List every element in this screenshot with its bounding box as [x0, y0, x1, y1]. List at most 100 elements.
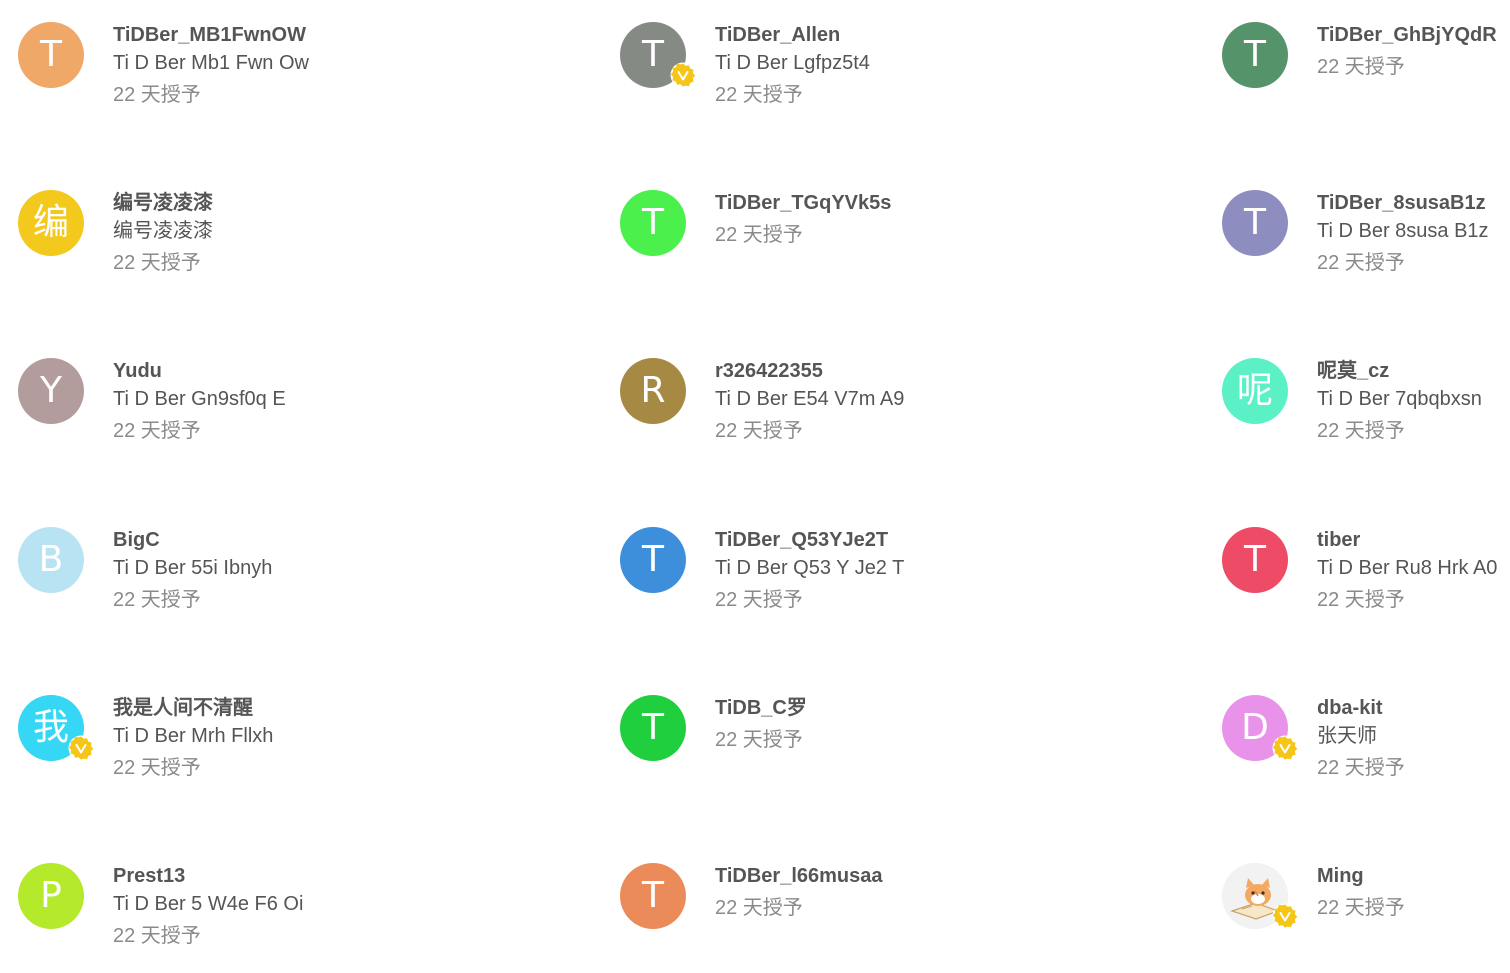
avatar[interactable]: B — [18, 527, 84, 593]
granted-time: 22 天授予 — [1317, 252, 1405, 274]
granted-time: 22 天授予 — [715, 589, 803, 611]
display-name: Ti D Ber 7qbqbxsn — [1317, 388, 1482, 410]
user-card[interactable]: Rr326422355 Ti D Ber E54 V7m A9 22 天授予 — [620, 358, 1040, 468]
username[interactable]: TiDBer_MB1FwnOW — [113, 24, 309, 46]
user-card[interactable]: 我我是人间不清醒 Ti D Ber Mrh Fllxh 22 天授予 — [18, 695, 438, 805]
granted-time: 22 天授予 — [715, 420, 803, 442]
granted-time: 22 天授予 — [1317, 56, 1405, 78]
avatar[interactable]: T — [620, 190, 686, 256]
username[interactable]: 我是人间不清醒 — [113, 697, 273, 719]
username[interactable]: tiber — [1317, 529, 1497, 551]
user-info: TiDBer_MB1FwnOW Ti D Ber Mb1 Fwn Ow 22 天授予 — [113, 22, 309, 106]
user-info: 我是人间不清醒 Ti D Ber Mrh Fllxh 22 天授予 — [113, 695, 273, 779]
avatar[interactable]: T — [620, 695, 686, 761]
user-info: TiDBer_Allen Ti D Ber Lgfpz5t4 22 天授予 — [715, 22, 870, 106]
avatar[interactable]: 编 — [18, 190, 84, 256]
user-card[interactable]: T TiDBer_TGqYVk5s 22 天授予 — [620, 190, 1040, 300]
display-name: Ti D Ber 55i Ibnyh — [113, 557, 273, 579]
avatar[interactable]: 呢 — [1222, 358, 1288, 424]
avatar[interactable]: T — [1222, 22, 1288, 88]
username[interactable]: 呢莫_cz — [1317, 360, 1482, 382]
user-card[interactable]: 呢 呢莫_cz Ti D Ber 7qbqbxsn 22 天授予 — [1222, 358, 1507, 468]
user-info: Yudu Ti D Ber Gn9sf0q E 22 天授予 — [113, 358, 286, 442]
display-name: Ti D Ber Q53 Y Je2 T — [715, 557, 905, 579]
user-card[interactable]: Ming 22 天授予 — [1222, 863, 1507, 973]
user-card[interactable]: Ttiber Ti D Ber Ru8 Hrk A0 22 天授予 — [1222, 527, 1507, 637]
user-card[interactable]: 编编号凌凌漆 编号凌凌漆 22 天授予 — [18, 190, 438, 300]
avatar[interactable]: R — [620, 358, 686, 424]
granted-time: 22 天授予 — [113, 589, 201, 611]
granted-time: 22 天授予 — [113, 925, 201, 947]
granted-time: 22 天授予 — [715, 729, 803, 751]
user-grid: T TiDBer_MB1FwnOW Ti D Ber Mb1 Fwn Ow 22 天授… — [0, 0, 1510, 947]
display-name: Ti D Ber Mb1 Fwn Ow — [113, 52, 309, 74]
avatar[interactable]: T — [1222, 190, 1288, 256]
avatar[interactable]: T — [18, 22, 84, 88]
user-info: r326422355 Ti D Ber E54 V7m A9 22 天授予 — [715, 358, 904, 442]
avatar[interactable]: T — [1222, 527, 1288, 593]
user-card[interactable]: Ddba-kit 张天师 22 天授予 — [1222, 695, 1507, 805]
username[interactable]: TiDBer_TGqYVk5s — [715, 192, 891, 214]
display-name: Ti D Ber Lgfpz5t4 — [715, 52, 870, 74]
user-info: dba-kit 张天师 22 天授予 — [1317, 695, 1405, 779]
username[interactable]: TiDB_C罗 — [715, 697, 807, 719]
granted-time: 22 天授予 — [113, 420, 201, 442]
username[interactable]: Yudu — [113, 360, 286, 382]
granted-time: 22 天授予 — [113, 757, 201, 779]
avatar[interactable]: T — [620, 863, 686, 929]
user-card[interactable]: T TiDB_C罗 22 天授予 — [620, 695, 1040, 805]
user-card[interactable]: T TiDBer_8susaB1z Ti D Ber 8susa B1z 22 天授予 — [1222, 190, 1507, 300]
username[interactable]: r326422355 — [715, 360, 904, 382]
avatar[interactable]: P — [18, 863, 84, 929]
user-info: Prest13 Ti D Ber 5 W4e F6 Oi 22 天授予 — [113, 863, 303, 947]
user-card[interactable]: T TiDBer_l66musaa 22 天授予 — [620, 863, 1040, 973]
verified-badge-icon — [670, 62, 696, 88]
user-card[interactable]: T TiDBer_Q53YJe2T Ti D Ber Q53 Y Je2 T 22 天… — [620, 527, 1040, 637]
user-card[interactable]: T TiDBer_MB1FwnOW Ti D Ber Mb1 Fwn Ow 22 天授… — [18, 22, 438, 132]
username[interactable]: BigC — [113, 529, 272, 551]
username[interactable]: TiDBer_8susaB1z — [1317, 192, 1489, 214]
user-card[interactable]: T TiDBer_GhBjYQdR 22 天授予 — [1222, 22, 1507, 132]
username[interactable]: Ming — [1317, 865, 1405, 887]
granted-time: 22 天授予 — [715, 84, 803, 106]
user-info: Ming 22 天授予 — [1317, 863, 1405, 919]
display-name: 张天师 — [1317, 725, 1377, 747]
username[interactable]: TiDBer_GhBjYQdR — [1317, 24, 1497, 46]
granted-time: 22 天授予 — [1317, 757, 1405, 779]
verified-badge-icon — [1272, 735, 1298, 761]
display-name: Ti D Ber Gn9sf0q E — [113, 388, 286, 410]
display-name: Ti D Ber E54 V7m A9 — [715, 388, 905, 410]
avatar[interactable]: T — [620, 527, 686, 593]
user-card[interactable]: T TiDBer_Allen Ti D Ber Lgfpz5t4 22 天授予 — [620, 22, 1040, 132]
user-info: BigC Ti D Ber 55i Ibnyh 22 天授予 — [113, 527, 272, 611]
granted-time: 22 天授予 — [113, 84, 201, 106]
user-info: TiDBer_TGqYVk5s 22 天授予 — [715, 190, 891, 246]
username[interactable]: dba-kit — [1317, 697, 1405, 719]
display-name: Ti D Ber 8susa B1z — [1317, 220, 1489, 242]
username[interactable]: TiDBer_Allen — [715, 24, 870, 46]
user-card[interactable]: P Prest13 Ti D Ber 5 W4e F6 Oi 22 天授予 — [18, 863, 438, 973]
display-name: Ti D Ber 5 W4e F6 Oi — [113, 893, 304, 915]
user-info: 编号凌凌漆 编号凌凌漆 22 天授予 — [113, 190, 213, 274]
granted-time: 22 天授予 — [1317, 589, 1405, 611]
granted-time: 22 天授予 — [715, 897, 803, 919]
user-info: TiDB_C罗 22 天授予 — [715, 695, 807, 751]
display-name: Ti D Ber Mrh Fllxh — [113, 725, 274, 747]
user-info: TiDBer_GhBjYQdR 22 天授予 — [1317, 22, 1497, 78]
display-name: Ti D Ber Ru8 Hrk A0 — [1317, 557, 1498, 579]
user-info: TiDBer_Q53YJe2T Ti D Ber Q53 Y Je2 T 22 天授… — [715, 527, 904, 611]
verified-badge-icon — [1272, 903, 1298, 929]
avatar[interactable]: Y — [18, 358, 84, 424]
granted-time: 22 天授予 — [1317, 420, 1405, 442]
user-info: 呢莫_cz Ti D Ber 7qbqbxsn 22 天授予 — [1317, 358, 1482, 442]
granted-time: 22 天授予 — [1317, 897, 1405, 919]
user-info: TiDBer_8susaB1z Ti D Ber 8susa B1z 22 天授予 — [1317, 190, 1489, 274]
user-card[interactable]: Y Yudu Ti D Ber Gn9sf0q E 22 天授予 — [18, 358, 438, 468]
user-info: TiDBer_l66musaa 22 天授予 — [715, 863, 883, 919]
username[interactable]: Prest13 — [113, 865, 303, 887]
user-card[interactable]: B BigC Ti D Ber 55i Ibnyh 22 天授予 — [18, 527, 438, 637]
username[interactable]: TiDBer_l66musaa — [715, 865, 883, 887]
granted-time: 22 天授予 — [113, 252, 201, 274]
username[interactable]: 编号凌凌漆 — [113, 192, 213, 214]
username[interactable]: TiDBer_Q53YJe2T — [715, 529, 904, 551]
